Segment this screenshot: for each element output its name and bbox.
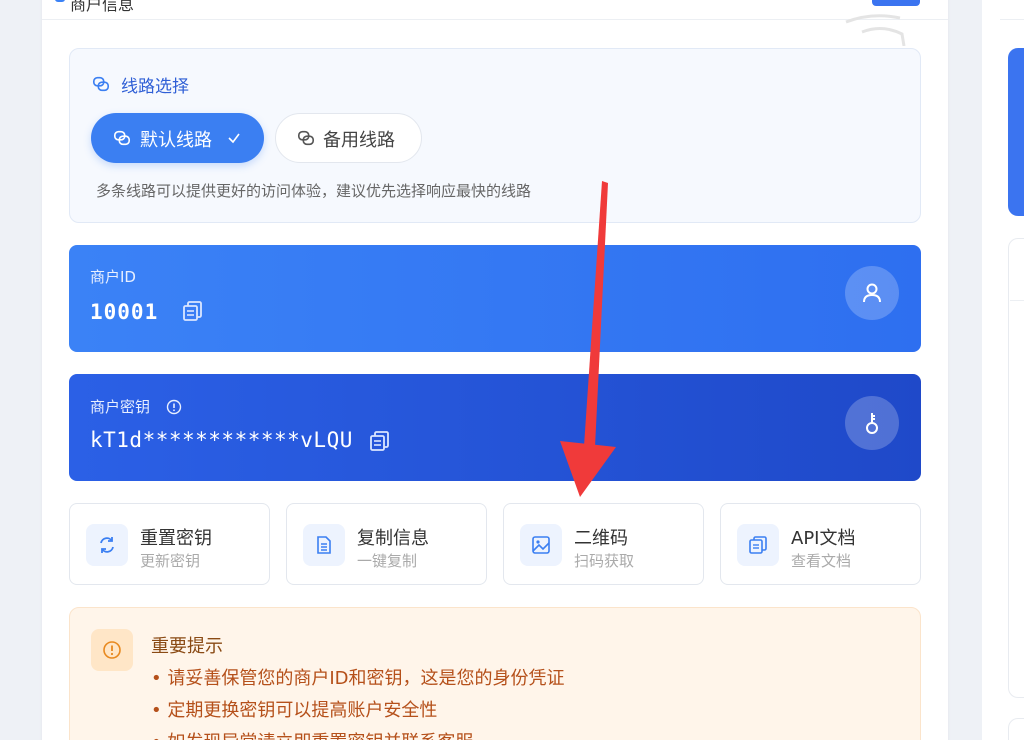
merchant-key-label: 商户密钥 <box>90 398 151 416</box>
route-hint: 多条线路可以提供更好的访问体验，建议优先选择响应最快的线路 <box>96 182 532 200</box>
right-blue-card <box>1008 48 1024 216</box>
merchant-id-label: 商户ID <box>90 268 136 286</box>
key-icon <box>866 413 878 434</box>
document-icon <box>317 536 331 554</box>
route-title: 线路选择 <box>121 77 189 97</box>
check-icon <box>228 133 240 144</box>
warning-icon-box <box>91 629 133 671</box>
right-box <box>1008 238 1024 698</box>
card-header <box>42 0 948 20</box>
reset-key-tile[interactable]: 重置密钥 更新密钥 <box>69 503 270 585</box>
document-icon-box <box>303 524 345 566</box>
header-badge[interactable] <box>872 0 920 6</box>
image-icon <box>532 536 550 554</box>
copy-icon[interactable] <box>182 300 204 322</box>
tile-title: 复制信息 <box>357 528 429 549</box>
user-icon-circle <box>845 266 899 320</box>
merchant-id-value: 10001 <box>90 300 159 324</box>
copy-info-tile[interactable]: 复制信息 一键复制 <box>286 503 487 585</box>
link-icon <box>92 76 110 92</box>
default-route-button[interactable]: 默认线路 <box>91 113 264 163</box>
refresh-icon <box>100 537 114 553</box>
notice-item: • 定期更换密钥可以提高账户安全性 <box>151 700 438 721</box>
page-title: 商户信息 <box>70 0 135 14</box>
right-divider <box>1000 19 1024 20</box>
notice-item: • 请妥善保管您的商户ID和密钥，这是您的身份凭证 <box>151 668 565 689</box>
backup-route-button[interactable]: 备用线路 <box>275 113 422 163</box>
key-icon-circle <box>845 396 899 450</box>
tile-subtitle: 更新密钥 <box>140 552 201 570</box>
info-icon[interactable] <box>166 399 182 415</box>
copy-icon[interactable] <box>369 430 391 452</box>
merchant-key-value: kT1d************vLQU <box>90 428 353 452</box>
user-icon <box>863 283 881 303</box>
copy-doc-icon <box>749 536 767 554</box>
qrcode-tile[interactable]: 二维码 扫码获取 <box>503 503 704 585</box>
tile-title: 重置密钥 <box>140 528 212 549</box>
link-icon <box>297 130 315 146</box>
right-bottom-box <box>1008 718 1024 740</box>
default-route-label: 默认线路 <box>140 130 212 151</box>
image-icon-box <box>520 524 562 566</box>
tile-subtitle: 查看文档 <box>791 552 852 570</box>
api-docs-tile[interactable]: API文档 查看文档 <box>720 503 921 585</box>
right-divider <box>1010 300 1024 301</box>
copy-doc-icon-box <box>737 524 779 566</box>
refresh-icon-box <box>86 524 128 566</box>
tile-subtitle: 扫码获取 <box>574 552 635 570</box>
tile-subtitle: 一键复制 <box>357 552 418 570</box>
warning-icon <box>103 641 121 659</box>
notice-item: • 如发现异常请立即重置密钥并联系客服 <box>151 728 473 740</box>
merchant-id-card <box>69 245 921 352</box>
link-icon <box>113 130 131 146</box>
tile-title: API文档 <box>791 528 856 549</box>
backup-route-label: 备用线路 <box>323 130 395 151</box>
notice-title: 重要提示 <box>151 636 223 657</box>
scribble-decoration <box>845 14 906 46</box>
tile-title: 二维码 <box>574 528 628 549</box>
